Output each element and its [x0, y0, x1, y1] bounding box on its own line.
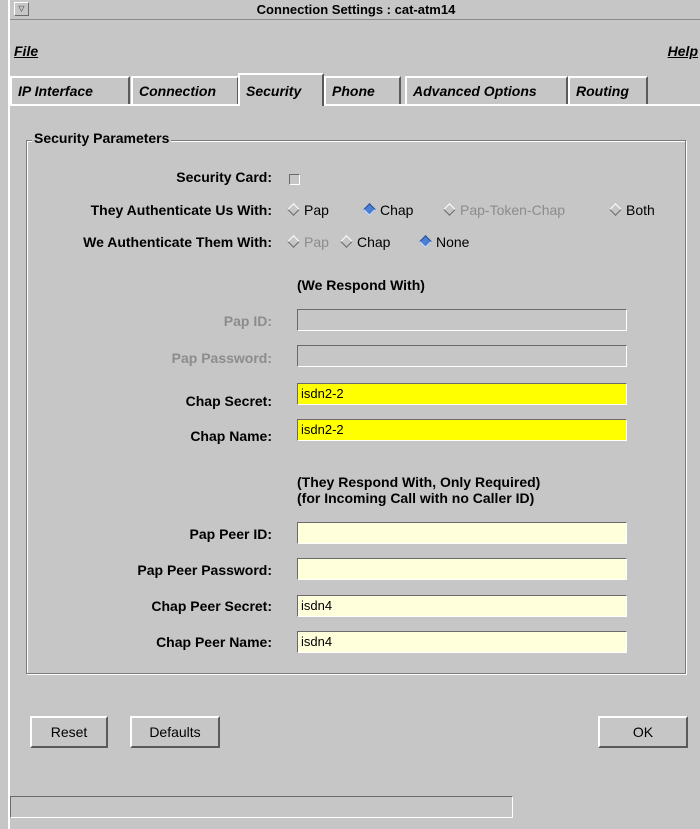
menu-help[interactable]: Help: [668, 43, 698, 59]
security-card-checkbox[interactable]: [289, 174, 300, 185]
pap-peer-password-input[interactable]: [297, 558, 627, 580]
chap-secret-label: Chap Secret:: [185, 393, 272, 409]
pap-id-input[interactable]: [297, 309, 627, 331]
connection-settings-window: ▽ Connection Settings : cat-atm14 File H…: [8, 0, 700, 829]
chap-peer-name-label: Chap Peer Name:: [156, 634, 272, 650]
pap-peer-id-label: Pap Peer ID:: [189, 526, 272, 542]
chap-name-input[interactable]: isdn2-2: [297, 419, 627, 441]
pap-peer-password-label: Pap Peer Password:: [137, 562, 272, 578]
tab-routing[interactable]: Routing: [568, 76, 648, 105]
pap-password-input[interactable]: [297, 345, 627, 367]
chap-peer-secret-label: Chap Peer Secret:: [151, 598, 272, 614]
radio-on-icon: [419, 235, 432, 248]
we-auth-none-radio[interactable]: None: [418, 234, 469, 250]
they-authenticate-label: They Authenticate Us With:: [90, 202, 272, 218]
tab-security[interactable]: Security: [238, 73, 324, 106]
they-auth-pap-token-chap-radio[interactable]: Pap-Token-Chap: [442, 202, 565, 218]
tab-bar: IP Interface Connection Security Phone A…: [10, 73, 700, 106]
window-title: Connection Settings : cat-atm14: [256, 2, 456, 17]
group-title: Security Parameters: [32, 130, 172, 146]
radio-off-icon: [609, 203, 622, 216]
tab-advanced-options[interactable]: Advanced Options: [405, 76, 568, 105]
security-parameters-group: [26, 140, 686, 674]
radio-off-icon: [287, 203, 300, 216]
pap-password-label: Pap Password:: [171, 350, 272, 366]
radio-on-icon: [363, 203, 376, 216]
chap-name-label: Chap Name:: [190, 428, 272, 444]
we-authenticate-label: We Authenticate Them With:: [83, 234, 272, 250]
pap-peer-id-input[interactable]: [297, 522, 627, 544]
they-respond-note-1: (They Respond With, Only Required): [297, 474, 541, 490]
title-bar[interactable]: ▽ Connection Settings : cat-atm14: [10, 0, 700, 20]
we-auth-chap-radio[interactable]: Chap: [339, 234, 390, 250]
we-auth-pap-radio[interactable]: Pap: [286, 234, 329, 250]
status-bar: [10, 796, 513, 818]
ok-button[interactable]: OK: [598, 716, 688, 748]
reset-button[interactable]: Reset: [30, 716, 108, 748]
chap-peer-name-input[interactable]: isdn4: [297, 631, 627, 653]
tab-ip-interface[interactable]: IP Interface: [10, 76, 130, 105]
radio-off-icon: [340, 235, 353, 248]
radio-off-icon: [443, 203, 456, 216]
they-auth-both-radio[interactable]: Both: [608, 202, 655, 218]
pap-id-label: Pap ID:: [223, 313, 272, 329]
chap-secret-input[interactable]: isdn2-2: [297, 383, 627, 405]
they-auth-pap-radio[interactable]: Pap: [286, 202, 329, 218]
radio-off-icon: [287, 235, 300, 248]
menu-file[interactable]: File: [14, 43, 38, 59]
chap-peer-secret-input[interactable]: isdn4: [297, 595, 627, 617]
security-card-label: Security Card:: [176, 169, 272, 185]
tab-connection[interactable]: Connection: [131, 76, 239, 105]
defaults-button[interactable]: Defaults: [130, 716, 220, 748]
we-respond-note: (We Respond With): [297, 277, 425, 293]
they-auth-chap-radio[interactable]: Chap: [362, 202, 413, 218]
tab-phone[interactable]: Phone: [324, 76, 401, 105]
menu-bar: File Help: [10, 41, 700, 65]
they-respond-note-2: (for Incoming Call with no Caller ID): [297, 490, 535, 506]
